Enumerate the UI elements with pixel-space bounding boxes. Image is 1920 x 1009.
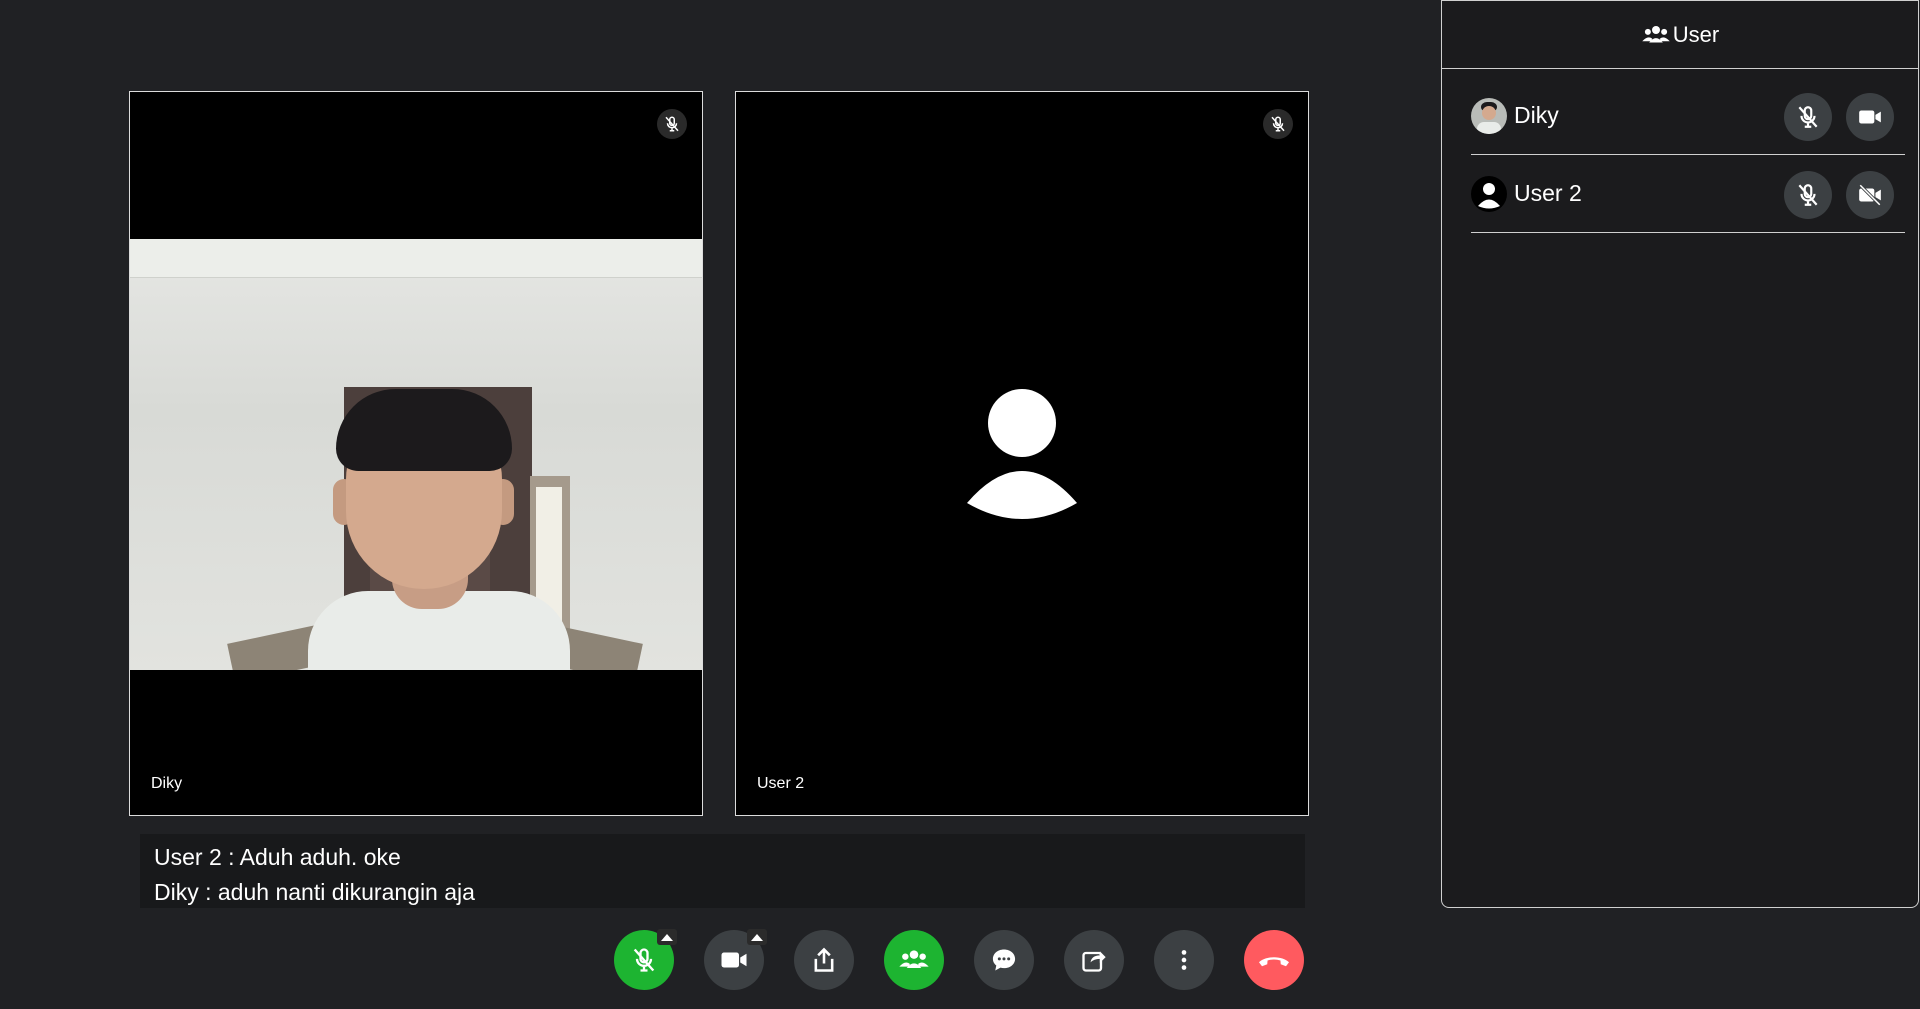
caption-line: User 2 : Aduh aduh. oke <box>154 844 401 870</box>
chat-button[interactable] <box>974 930 1034 990</box>
participant-name: Diky <box>1514 102 1559 128</box>
share-screen-icon <box>814 947 834 972</box>
participant-mic-button[interactable] <box>1784 171 1832 219</box>
options-caret-icon[interactable] <box>747 929 767 945</box>
avatar <box>1471 176 1507 212</box>
hang-up-icon <box>1259 957 1289 967</box>
mic-toggle-button[interactable] <box>614 929 677 990</box>
chat-icon <box>992 949 1016 971</box>
share-link-button[interactable] <box>1064 930 1124 990</box>
avatar <box>1471 98 1507 134</box>
share-screen-button[interactable] <box>794 930 854 990</box>
video-tile-user-2[interactable]: User 2 <box>735 91 1309 816</box>
caption-line: Diky : aduh nanti dikurangin aja <box>154 879 475 905</box>
tile-name-label: Diky <box>151 775 183 792</box>
participants-panel: User Diky User 2 <box>1441 0 1919 908</box>
participant-row-user-2[interactable]: User 2 <box>1471 161 1905 233</box>
camera-toggle-button[interactable] <box>704 929 767 990</box>
mic-muted-icon <box>1263 109 1293 139</box>
participants-icon <box>899 950 929 968</box>
participants-button[interactable] <box>884 930 944 990</box>
video-camera-icon <box>1859 110 1881 124</box>
call-toolbar <box>614 929 1304 990</box>
video-camera-icon <box>721 952 747 968</box>
participant-row-diky[interactable]: Diky <box>1471 83 1905 155</box>
options-caret-icon[interactable] <box>657 929 677 945</box>
user-avatar-icon <box>967 388 1077 519</box>
participants-icon <box>1642 25 1670 42</box>
more-options-button[interactable] <box>1154 930 1214 990</box>
tile-name-label: User 2 <box>757 775 805 792</box>
participant-mic-button[interactable] <box>1784 93 1832 141</box>
mic-off-icon <box>633 948 655 972</box>
mic-off-icon <box>1798 184 1818 206</box>
share-link-icon <box>1082 951 1106 972</box>
end-call-button[interactable] <box>1244 930 1304 990</box>
participant-camera-button[interactable] <box>1846 93 1894 141</box>
video-tile-diky[interactable]: Diky <box>129 91 703 816</box>
participant-name: User 2 <box>1514 180 1582 206</box>
camera-feed <box>130 239 702 670</box>
captions-box: User 2 : Aduh aduh. oke Diky : aduh nant… <box>140 834 1305 908</box>
panel-title: User <box>1672 21 1720 47</box>
mic-muted-icon <box>657 109 687 139</box>
meeting-stage: Diky User 2 User 2 : Aduh aduh. oke Diky… <box>0 0 1920 1009</box>
mic-off-icon <box>1798 106 1818 128</box>
more-vertical-icon <box>1181 950 1187 970</box>
panel-header: User <box>1442 1 1918 69</box>
participant-camera-button[interactable] <box>1846 171 1894 219</box>
video-off-icon <box>1859 184 1881 206</box>
